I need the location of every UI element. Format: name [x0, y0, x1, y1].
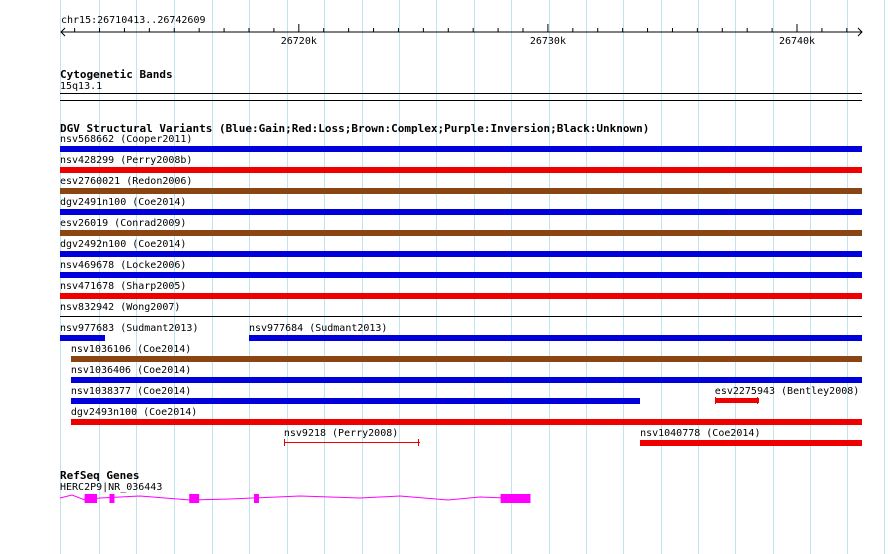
- variant-end-cap: [283, 439, 285, 446]
- variant-label[interactable]: esv2275943 (Bentley2008): [715, 386, 860, 398]
- cytoband-band-bottom: [60, 100, 862, 101]
- ruler-tick-label: 26740k: [779, 36, 815, 47]
- ruler-axis: 26720k 26730k 26740k: [60, 24, 863, 47]
- variant-label[interactable]: nsv977683 (Sudmant2013): [60, 323, 198, 335]
- variant-bar[interactable]: [60, 188, 862, 194]
- variant-label[interactable]: nsv1040778 (Coe2014): [640, 428, 760, 440]
- variant-label[interactable]: nsv471678 (Sharp2005): [60, 281, 186, 293]
- variant-bar[interactable]: [283, 442, 421, 443]
- variant-bar[interactable]: [60, 316, 862, 317]
- grid-line: [884, 0, 885, 554]
- variant-end-cap: [757, 397, 759, 404]
- variant-bar[interactable]: [248, 335, 862, 341]
- variant-bar[interactable]: [60, 335, 105, 341]
- variant-label[interactable]: dgv2493n100 (Coe2014): [71, 407, 197, 419]
- variant-end-cap: [714, 397, 716, 404]
- cytoband-label: 15q13.1: [60, 81, 103, 92]
- variant-label[interactable]: nsv1038377 (Coe2014): [71, 386, 191, 398]
- gene-intron-line: [59, 494, 531, 501]
- variant-bar[interactable]: [70, 398, 641, 404]
- variant-bar[interactable]: [60, 251, 862, 257]
- variant-label[interactable]: nsv9218 (Perry2008): [284, 428, 398, 440]
- variant-bar[interactable]: [714, 398, 760, 403]
- variant-label[interactable]: nsv568662 (Cooper2011): [60, 134, 192, 146]
- gene-exon: [109, 494, 115, 503]
- variant-label[interactable]: dgv2491n100 (Coe2014): [60, 197, 186, 209]
- genome-browser-panel: chr15:26710413..26742609 26720k 26730k 267…: [0, 0, 890, 554]
- gene-model[interactable]: HERC2P9|NR_036443: [0, 480, 890, 520]
- gene-exon: [189, 494, 200, 503]
- variant-label[interactable]: nsv1036406 (Coe2014): [71, 365, 191, 377]
- variant-bar[interactable]: [70, 419, 862, 425]
- variant-label[interactable]: esv2760021 (Redon2006): [60, 176, 192, 188]
- variant-label[interactable]: nsv832942 (Wong2007): [60, 302, 180, 314]
- variant-label[interactable]: nsv1036106 (Coe2014): [71, 344, 191, 356]
- variant-bar[interactable]: [60, 293, 862, 299]
- cytoband-band-top: [60, 93, 862, 94]
- variant-bar[interactable]: [70, 356, 862, 362]
- variant-bar[interactable]: [60, 209, 862, 215]
- gene-label[interactable]: HERC2P9|NR_036443: [60, 482, 162, 493]
- variant-label[interactable]: nsv977684 (Sudmant2013): [249, 323, 387, 335]
- variant-bar[interactable]: [70, 377, 862, 383]
- variant-label[interactable]: nsv428299 (Perry2008b): [60, 155, 192, 167]
- gene-exon: [500, 494, 531, 503]
- variant-label[interactable]: esv26019 (Conrad2009): [60, 218, 186, 230]
- ruler-tick-label: 26720k: [281, 36, 317, 47]
- variant-label[interactable]: dgv2492n100 (Coe2014): [60, 239, 186, 251]
- gene-exon: [253, 494, 259, 503]
- variant-bar[interactable]: [640, 440, 862, 446]
- variant-bar[interactable]: [60, 272, 862, 278]
- variant-bar[interactable]: [60, 167, 862, 173]
- variant-bar[interactable]: [60, 146, 862, 152]
- gene-exon: [84, 494, 98, 503]
- variant-label[interactable]: nsv469678 (Locke2006): [60, 260, 186, 272]
- ruler-tick-label: 26730k: [530, 36, 566, 47]
- cytoband-track-title: Cytogenetic Bands: [60, 68, 173, 81]
- variant-end-cap: [418, 439, 420, 446]
- variant-bar[interactable]: [60, 230, 862, 236]
